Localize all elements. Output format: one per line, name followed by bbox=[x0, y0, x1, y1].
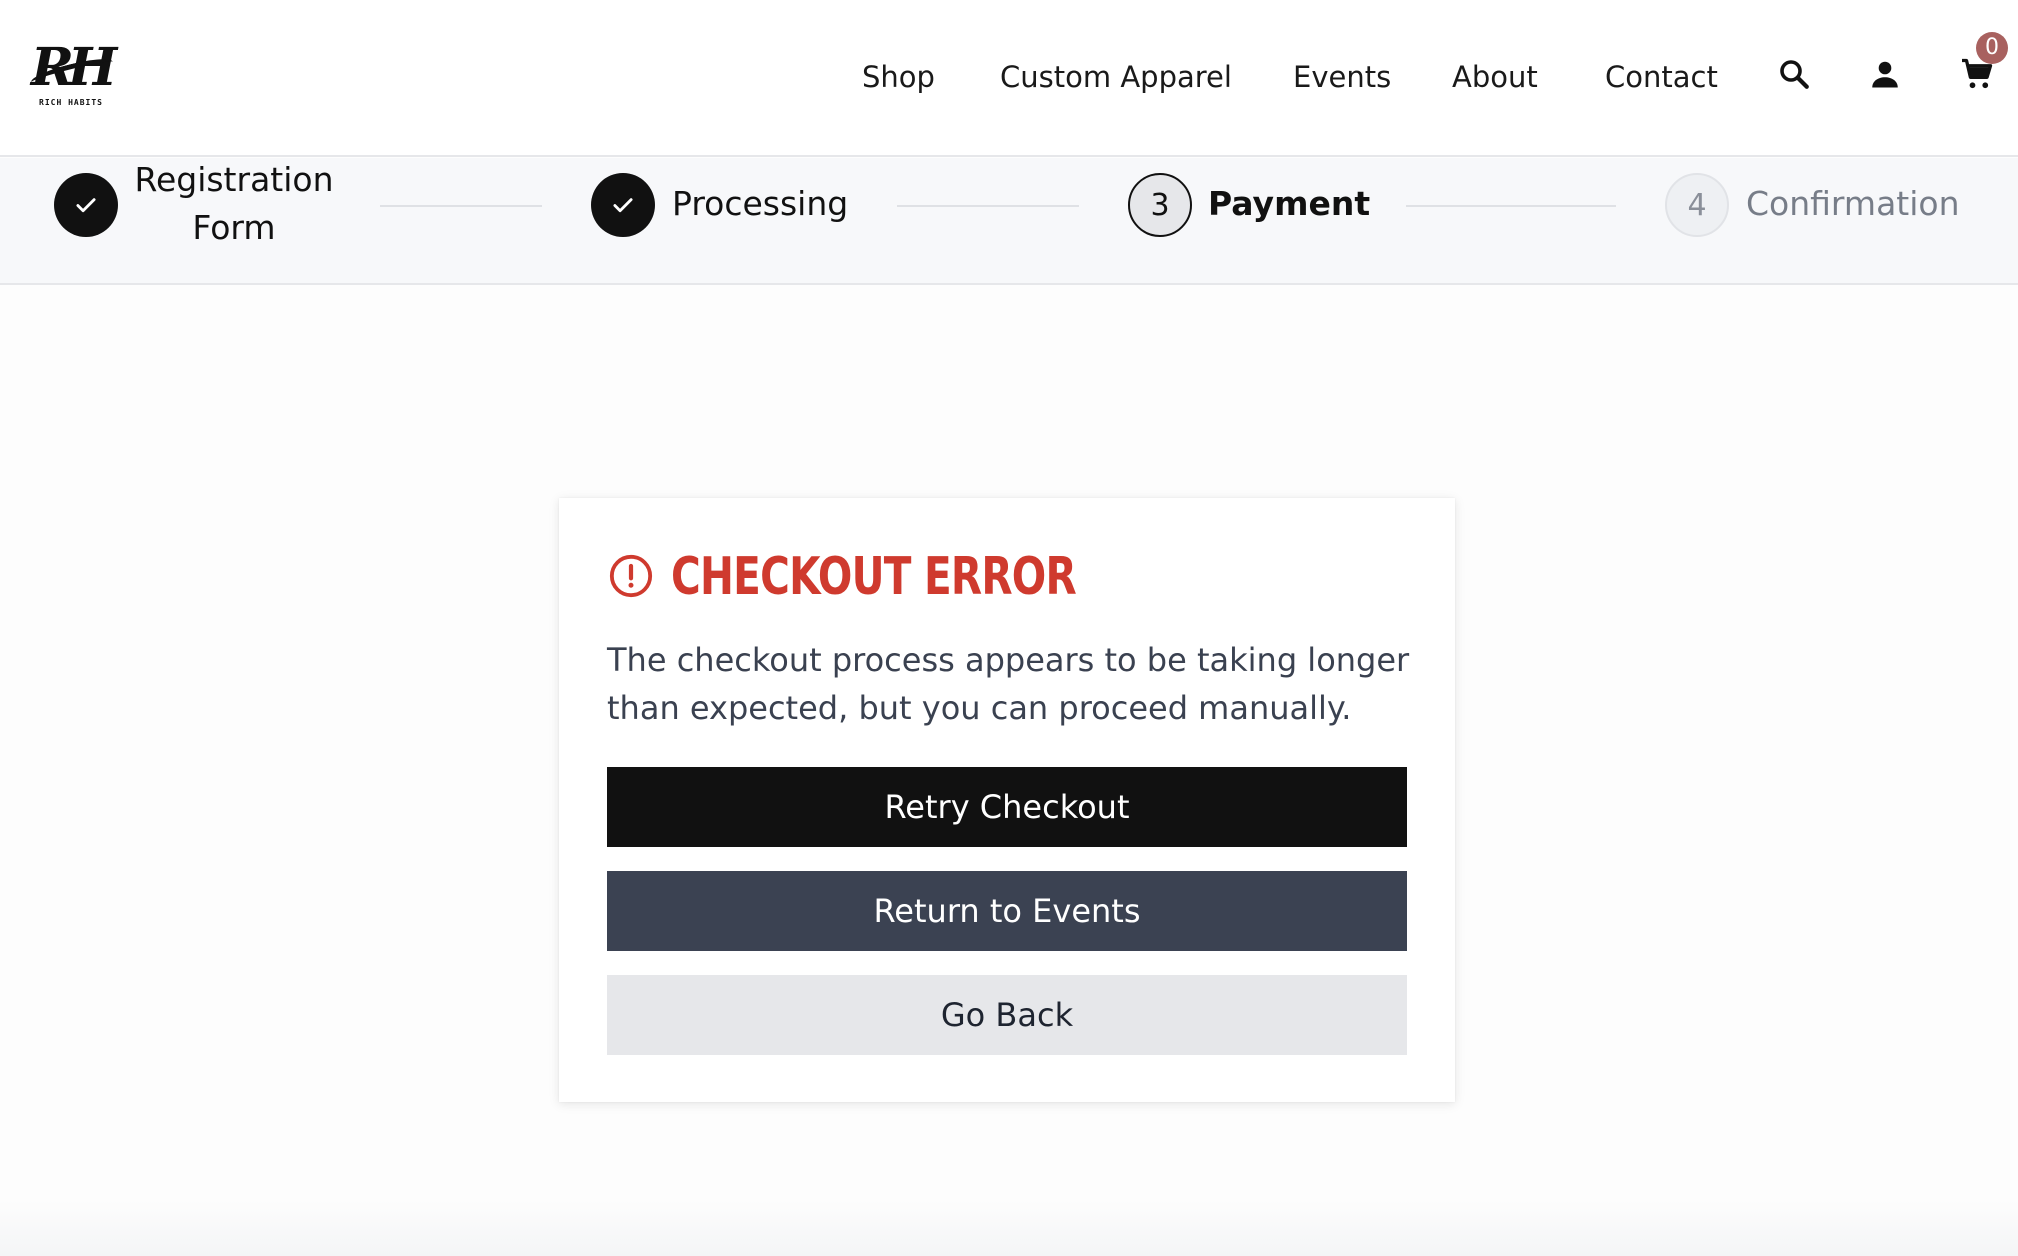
checkout-error-card: CHECKOUT ERROR The checkout process appe… bbox=[559, 498, 1455, 1102]
step-1-label-line2: Form bbox=[192, 208, 276, 247]
retry-checkout-button[interactable]: Retry Checkout bbox=[607, 767, 1407, 847]
error-message: The checkout process appears to be takin… bbox=[607, 641, 1410, 727]
site-header: RH RICH HABITS Shop Custom Apparel Event… bbox=[0, 0, 2018, 157]
step-connector-3 bbox=[1406, 205, 1616, 207]
nav-shop[interactable]: Shop bbox=[862, 57, 935, 97]
logo-subtext: RICH HABITS bbox=[39, 98, 103, 107]
error-title: CHECKOUT ERROR bbox=[671, 547, 1077, 607]
step-1-check-icon bbox=[54, 173, 118, 237]
go-back-button[interactable]: Go Back bbox=[607, 975, 1407, 1055]
step-3-label: Payment bbox=[1208, 184, 1371, 223]
step-2-label: Processing bbox=[672, 184, 849, 223]
step-connector-1 bbox=[380, 205, 542, 207]
nav-about[interactable]: About bbox=[1452, 57, 1538, 97]
cart-count-badge: 0 bbox=[1976, 32, 2008, 64]
step-4-number: 4 bbox=[1665, 173, 1729, 237]
alert-circle-icon bbox=[608, 553, 654, 599]
step-connector-2 bbox=[897, 205, 1079, 207]
nav-custom-apparel[interactable]: Custom Apparel bbox=[1000, 57, 1232, 97]
nav-contact[interactable]: Contact bbox=[1605, 57, 1718, 97]
step-4-label: Confirmation bbox=[1746, 184, 1960, 223]
step-1-label: Registration Form bbox=[134, 156, 334, 252]
step-2-check-icon bbox=[591, 173, 655, 237]
site-logo[interactable]: RH RICH HABITS bbox=[26, 40, 117, 112]
search-icon[interactable] bbox=[1776, 56, 1812, 92]
account-icon[interactable] bbox=[1867, 56, 1903, 92]
return-to-events-button[interactable]: Return to Events bbox=[607, 871, 1407, 951]
step-3-number: 3 bbox=[1128, 173, 1192, 237]
page-footer-edge bbox=[0, 1200, 2018, 1256]
nav-events[interactable]: Events bbox=[1293, 57, 1391, 97]
step-1-label-line1: Registration bbox=[134, 160, 334, 199]
